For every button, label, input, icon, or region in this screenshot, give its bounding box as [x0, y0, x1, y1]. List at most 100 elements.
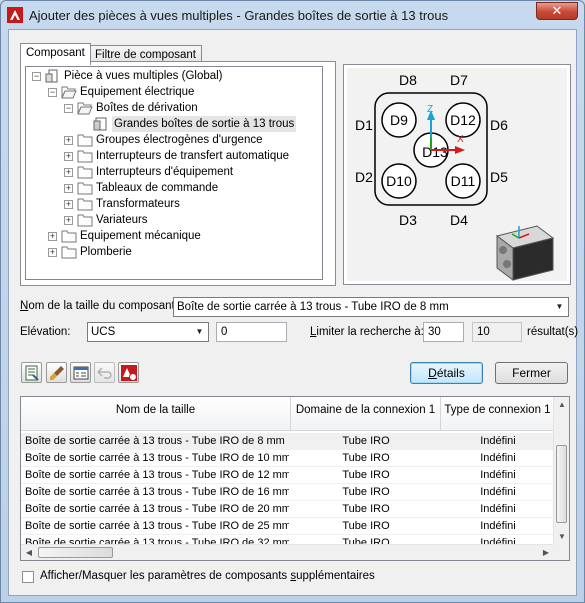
tree-item[interactable]: + Plomberie — [26, 244, 322, 260]
cell-connection-domain: Tube IRO — [342, 486, 390, 498]
folder-icon — [77, 198, 93, 211]
tree-item-label: Boîtes de dérivation — [96, 102, 198, 114]
chevron-down-icon: ▼ — [195, 327, 204, 336]
column-header-type[interactable]: Type de connexion 1 — [441, 397, 555, 431]
tree-item[interactable]: − Boîtes de dérivation — [26, 100, 322, 116]
tree-item[interactable]: + Interrupteurs de transfert automatique — [26, 148, 322, 164]
component-tree[interactable]: − Pièce à vues multiples (Global) − Equipem… — [25, 66, 323, 280]
folder-open-icon — [77, 102, 93, 115]
vertical-scroll-thumb[interactable] — [556, 445, 567, 523]
size-dropdown[interactable]: Boîte de sortie carrée à 13 trous - Tube… — [173, 297, 569, 317]
tree-item[interactable]: + Transformateurs — [26, 196, 322, 212]
size-dropdown-value: Boîte de sortie carrée à 13 trous - Tube… — [177, 301, 449, 313]
folder-icon — [77, 150, 93, 163]
table-row[interactable]: Boîte de sortie carrée à 13 trous - Tube… — [21, 518, 555, 535]
limit-input[interactable]: 30 — [423, 322, 464, 342]
expand-icon[interactable]: + — [48, 248, 57, 257]
tree-item[interactable]: + Groupes électrogènes d'urgence — [26, 132, 322, 148]
table-row[interactable]: Boîte de sortie carrée à 13 trous - Tube… — [21, 450, 555, 467]
tree-item-label: Transformateurs — [96, 198, 180, 210]
grid-vertical-scrollbar[interactable]: ▲ ▼ — [553, 397, 569, 545]
column-header-name[interactable]: Nom de la taille — [21, 397, 291, 431]
result-count-field: 10 — [472, 322, 522, 342]
tree-item[interactable]: + Equipement mécanique — [26, 228, 322, 244]
tab-composant[interactable]: Composant — [20, 43, 91, 65]
close-window-button[interactable]: ✕ — [536, 2, 578, 20]
expand-icon[interactable]: + — [64, 136, 73, 145]
cell-connection-type: Indéfini — [480, 452, 516, 464]
table-row[interactable]: Boîte de sortie carrée à 13 trous - Tube… — [21, 467, 555, 484]
preview-label-d1: D1 — [355, 117, 373, 133]
tree-item-label: Grandes boîtes de sortie à 13 trous — [112, 116, 297, 132]
cell-connection-type: Indéfini — [480, 486, 516, 498]
tree-item[interactable]: + Interrupteurs d'équipement — [26, 164, 322, 180]
expand-icon[interactable]: + — [64, 216, 73, 225]
match-properties-button[interactable] — [46, 362, 67, 383]
dialog-client-area: Composant Filtre de composant − Pièce à v… — [8, 29, 578, 596]
expand-icon[interactable]: + — [64, 152, 73, 161]
elevation-mode-dropdown[interactable]: UCS ▼ — [87, 322, 209, 342]
properties-button[interactable] — [70, 362, 91, 383]
details-button[interactable]: Détails — [410, 362, 483, 384]
column-header-domain[interactable]: Domaine de la connexion 1 — [291, 397, 441, 431]
cell-connection-type: Indéfini — [480, 469, 516, 481]
multiview-part-icon — [45, 69, 58, 83]
scroll-right-arrow-icon[interactable]: ▶ — [538, 545, 554, 560]
expand-icon[interactable]: + — [64, 168, 73, 177]
elevation-mode-value: UCS — [91, 326, 116, 338]
scroll-down-arrow-icon[interactable]: ▼ — [554, 529, 569, 545]
show-extra-params-label[interactable]: Afficher/Masquer les paramètres de compo… — [40, 570, 375, 582]
expand-icon[interactable]: + — [64, 184, 73, 193]
scroll-up-arrow-icon[interactable]: ▲ — [554, 397, 569, 413]
preview-label-d12: D12 — [450, 112, 476, 128]
scroll-corner — [553, 544, 569, 560]
folder-open-icon — [61, 86, 77, 99]
autocad-help-icon — [121, 365, 137, 381]
tree-item-label: Groupes électrogènes d'urgence — [96, 134, 263, 146]
horizontal-scroll-thumb[interactable] — [38, 547, 113, 558]
table-row[interactable]: Boîte de sortie carrée à 13 trous - Tube… — [21, 501, 555, 518]
tree-item[interactable]: Grandes boîtes de sortie à 13 trous — [26, 116, 322, 132]
title-bar[interactable]: Ajouter des pièces à vues multiples - Gr… — [1, 1, 584, 29]
undo-button[interactable] — [94, 362, 115, 383]
cell-size-name: Boîte de sortie carrée à 13 trous - Tube… — [25, 469, 289, 481]
tree-item-label: Interrupteurs de transfert automatique — [96, 150, 290, 162]
tree-item[interactable]: + Variateurs — [26, 212, 322, 228]
preview-label-d5: D5 — [490, 169, 508, 185]
tree-item[interactable]: + Tableaux de commande — [26, 180, 322, 196]
3d-box-thumbnail-icon — [495, 225, 555, 281]
catalog-browser-button[interactable] — [21, 362, 42, 383]
folder-icon — [61, 230, 77, 243]
table-row[interactable]: Boîte de sortie carrée à 13 trous - Tube… — [21, 484, 555, 501]
tree-item[interactable]: − Pièce à vues multiples (Global) — [26, 68, 322, 84]
tab-panel-composant: − Pièce à vues multiples (Global) − Equipem… — [20, 61, 336, 286]
cell-connection-type: Indéfini — [480, 520, 516, 532]
paintbrush-icon — [50, 366, 64, 380]
cell-connection-type: Indéfini — [480, 503, 516, 515]
autocad-help-button[interactable] — [118, 362, 139, 383]
dialog-window: Ajouter des pièces à vues multiples - Gr… — [0, 0, 585, 603]
scroll-left-arrow-icon[interactable]: ◀ — [21, 545, 37, 560]
cell-connection-domain: Tube IRO — [342, 452, 390, 464]
folder-icon — [77, 182, 93, 195]
tree-item[interactable]: − Equipement électrique — [26, 84, 322, 100]
cell-size-name: Boîte de sortie carrée à 13 trous - Tube… — [25, 520, 289, 532]
cell-connection-domain: Tube IRO — [342, 503, 390, 515]
expand-icon[interactable]: + — [64, 200, 73, 209]
folder-icon — [77, 214, 93, 227]
expand-icon[interactable]: + — [48, 232, 57, 241]
elevation-input[interactable]: 0 — [216, 322, 287, 342]
size-label: Nom de la taille du composant: — [20, 300, 178, 312]
collapse-icon[interactable]: − — [48, 88, 57, 97]
close-button[interactable]: Fermer — [495, 362, 568, 384]
collapse-icon[interactable]: − — [64, 104, 73, 113]
elevation-label: Elévation: — [20, 326, 71, 338]
table-row[interactable]: Boîte de sortie carrée à 13 trous - Tube… — [21, 433, 555, 450]
limit-label: Limiter la recherche à: — [310, 326, 424, 338]
grid-horizontal-scrollbar[interactable]: ◀ ▶ — [21, 544, 555, 560]
preview-label-d4: D4 — [450, 212, 468, 228]
show-extra-params-checkbox[interactable] — [22, 571, 34, 583]
part-icon — [93, 117, 107, 131]
collapse-icon[interactable]: − — [32, 72, 41, 81]
preview-label-d8: D8 — [399, 72, 417, 88]
